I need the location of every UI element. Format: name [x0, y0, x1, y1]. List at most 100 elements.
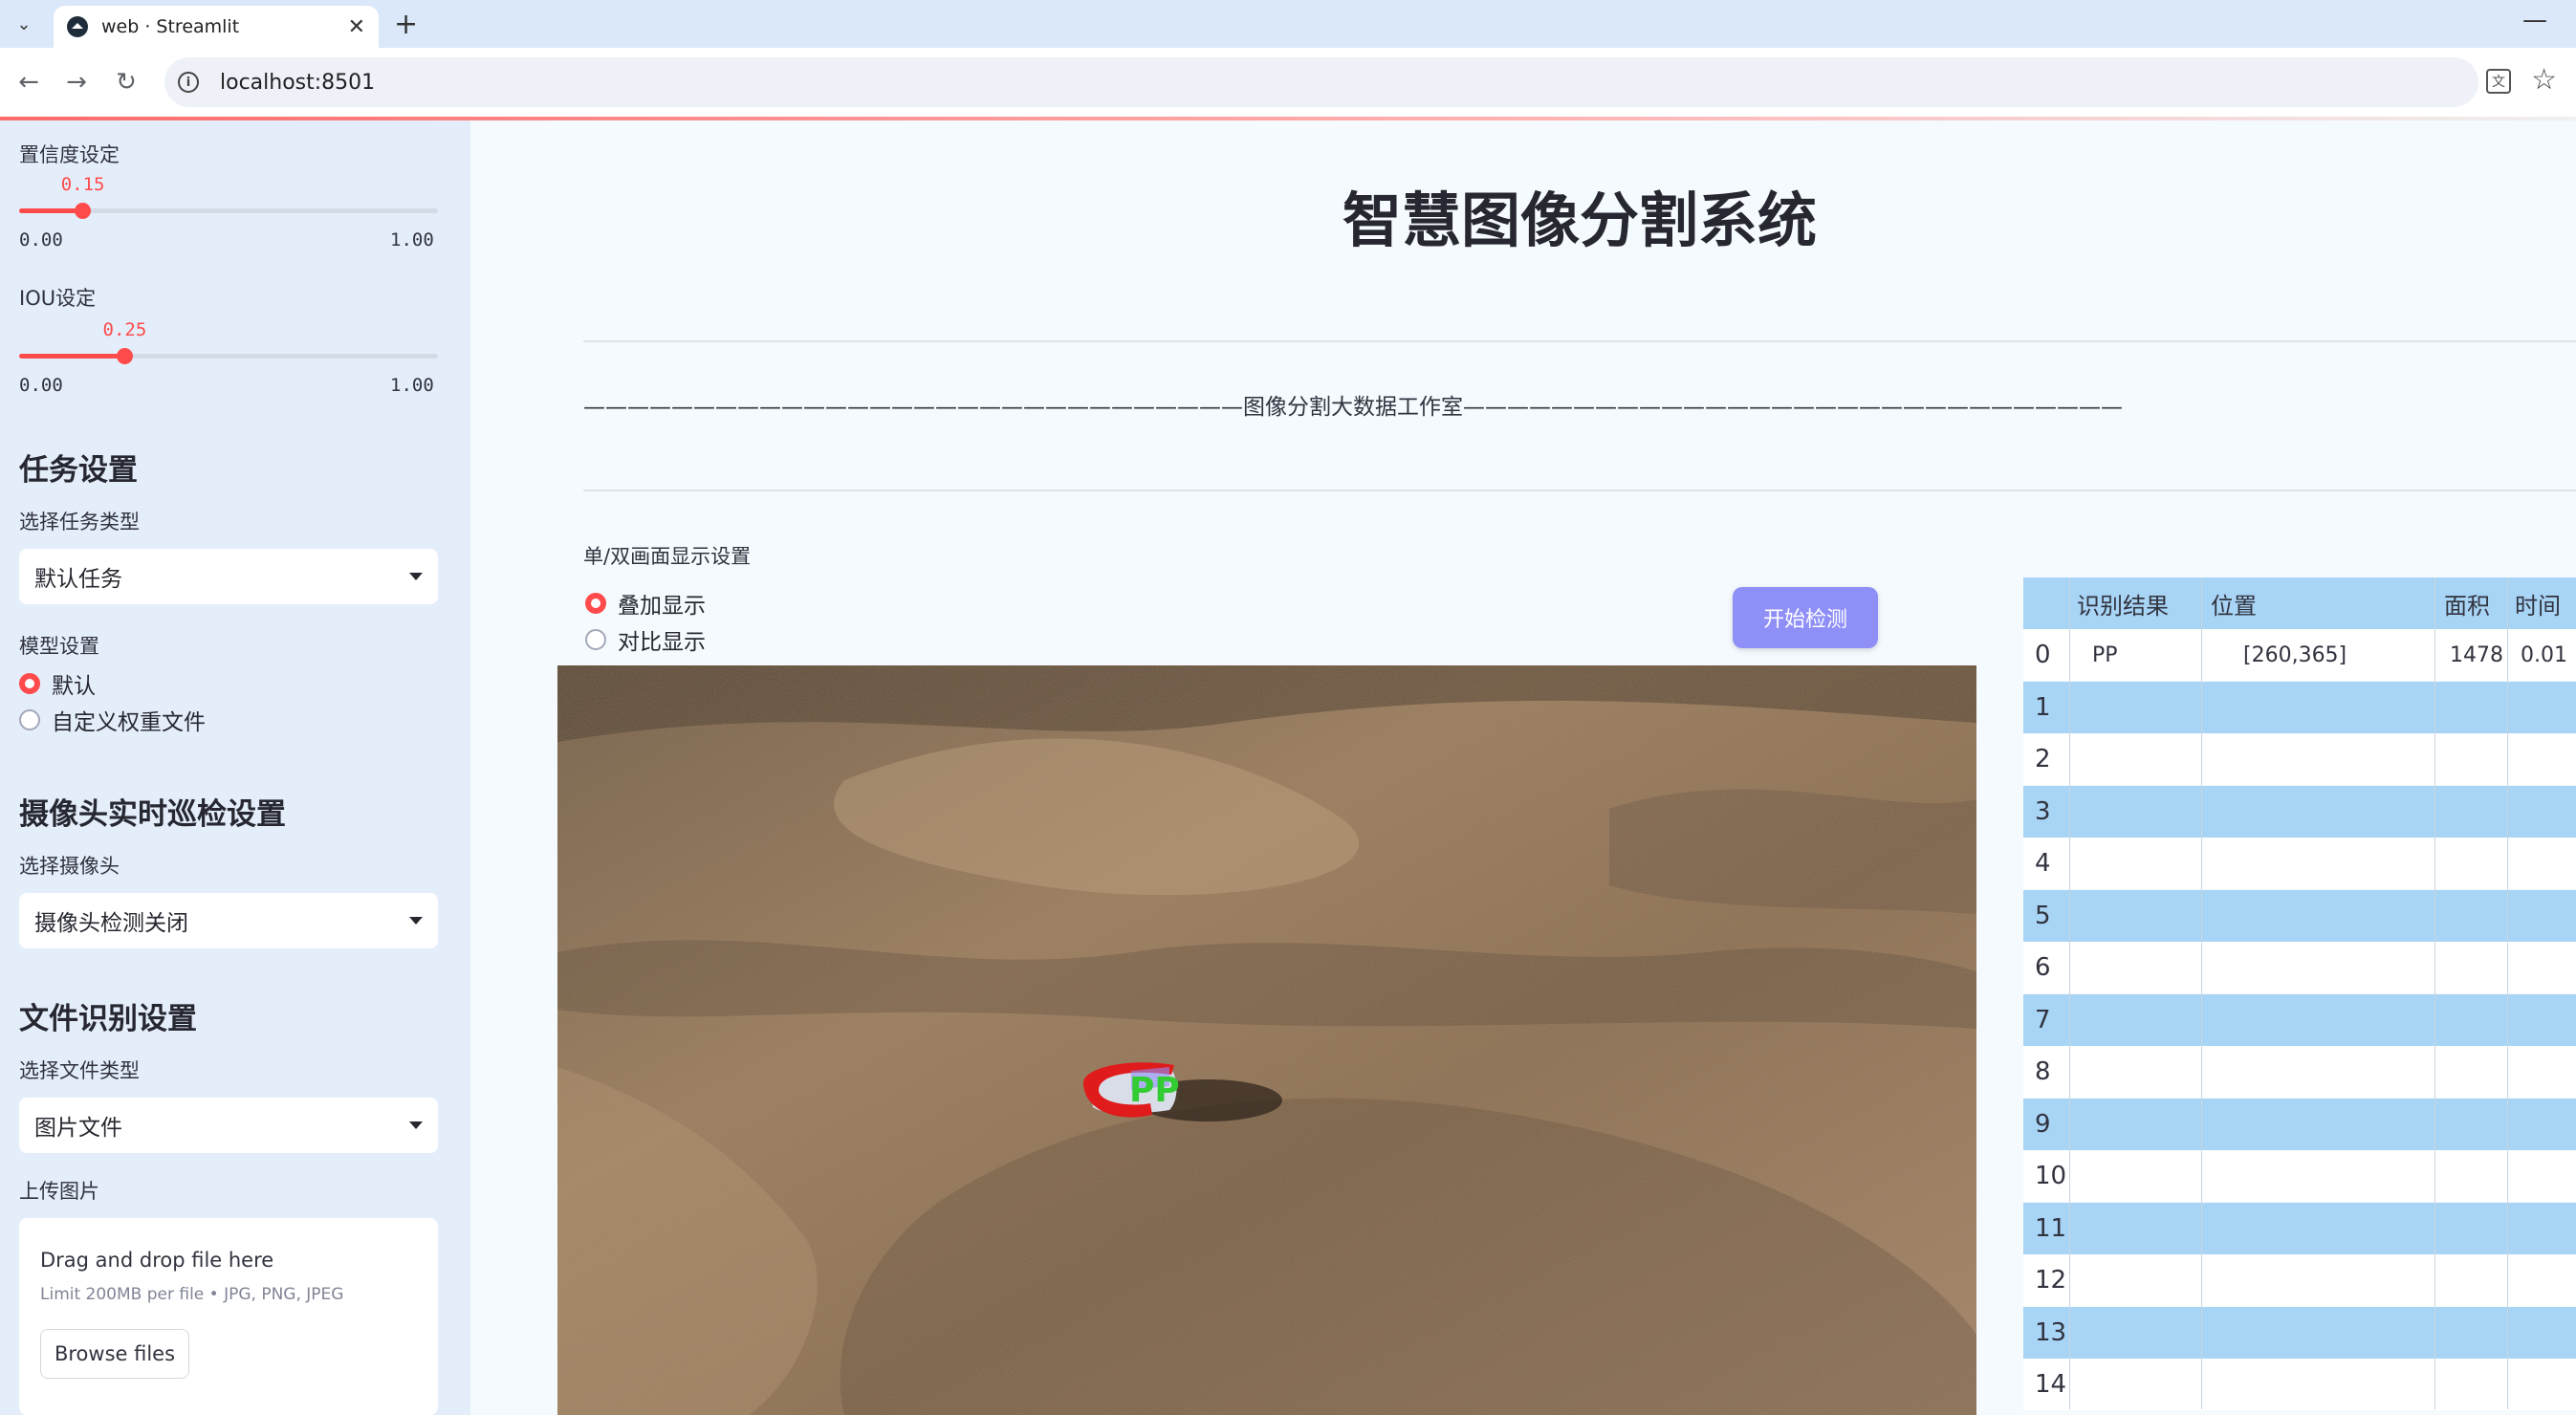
confidence-value: 0.15 — [60, 174, 105, 195]
model-option-default[interactable]: 默认 — [19, 667, 96, 700]
table-row[interactable]: 7 — [2023, 993, 2576, 1046]
camera-heading: 摄像头实时巡检设置 — [19, 797, 286, 832]
divider — [583, 490, 2576, 491]
table-row[interactable]: 2 — [2023, 733, 2576, 785]
dropzone-title: Drag and drop file here — [40, 1249, 274, 1272]
row-index: 13 — [2035, 1317, 2067, 1347]
table-row[interactable]: 10 — [2023, 1150, 2576, 1202]
table-row[interactable]: 13 — [2023, 1306, 2576, 1359]
translate-icon[interactable]: 文 — [2486, 69, 2511, 94]
confidence-slider[interactable] — [19, 203, 438, 219]
iou-slider-thumb[interactable] — [116, 348, 133, 364]
cell-result[interactable]: PP — [2092, 629, 2118, 681]
table-row[interactable]: 8 — [2023, 1046, 2576, 1098]
row-index: 6 — [2035, 953, 2051, 982]
display-option-overlay[interactable]: 叠加显示 — [585, 587, 706, 620]
browse-files-button[interactable]: Browse files — [40, 1329, 189, 1379]
iou-label: IOU设定 — [19, 287, 97, 310]
radio-checked-icon[interactable] — [19, 673, 40, 694]
table-row[interactable]: 0 PP [260,365] 1478 0.01 — [2023, 629, 2576, 681]
table-row[interactable]: 6 — [2023, 942, 2576, 993]
row-index: 2 — [2035, 745, 2051, 773]
row-index: 9 — [2035, 1109, 2051, 1139]
camera-selected: 摄像头检测关闭 — [34, 911, 188, 936]
iou-min: 0.00 — [19, 375, 63, 396]
column-divider — [2069, 577, 2070, 1409]
display-option-label: 对比显示 — [618, 630, 706, 655]
table-row[interactable]: 11 — [2023, 1202, 2576, 1254]
row-index: 14 — [2035, 1370, 2067, 1399]
chevron-down-icon — [409, 1121, 423, 1129]
table-row[interactable]: 1 — [2023, 681, 2576, 733]
iou-slider[interactable] — [19, 348, 438, 364]
detection-image: PP — [557, 665, 1976, 1415]
dropzone-limit: Limit 200MB per file • JPG, PNG, JPEG — [40, 1285, 344, 1304]
column-header-result[interactable]: 识别结果 — [2077, 577, 2169, 629]
confidence-slider-thumb[interactable] — [74, 203, 91, 219]
model-option-label: 默认 — [52, 674, 96, 699]
forward-arrow-icon[interactable]: → — [59, 65, 94, 99]
divider — [583, 340, 2576, 342]
confidence-label: 置信度设定 — [19, 143, 120, 166]
column-header-time[interactable]: 时间 — [2515, 577, 2561, 629]
studio-banner: ——————————————————————————————图像分割大数据工作室… — [583, 395, 2123, 420]
browser-tab[interactable]: web · Streamlit ✕ — [54, 6, 379, 48]
detection-label: PP — [1129, 1071, 1180, 1110]
display-option-label: 叠加显示 — [618, 594, 706, 619]
column-divider — [2507, 577, 2508, 1409]
row-index: 12 — [2035, 1266, 2067, 1295]
confidence-slider-fill — [19, 208, 82, 213]
task-type-select[interactable]: 默认任务 — [19, 549, 438, 604]
confidence-max: 1.00 — [390, 229, 434, 250]
radio-checked-icon[interactable] — [585, 593, 606, 614]
bookmark-star-icon[interactable]: ☆ — [2531, 63, 2557, 97]
iou-value: 0.25 — [102, 319, 147, 340]
model-label: 模型设置 — [19, 635, 99, 658]
row-index: 7 — [2035, 1005, 2051, 1034]
row-index: 8 — [2035, 1057, 2051, 1086]
radio-unchecked-icon[interactable] — [19, 709, 40, 730]
table-row[interactable]: 9 — [2023, 1098, 2576, 1150]
cell-area[interactable]: 1478 — [2450, 629, 2503, 681]
column-header-position[interactable]: 位置 — [2211, 577, 2257, 629]
back-arrow-icon[interactable]: ← — [11, 65, 46, 99]
start-detection-button[interactable]: 开始检测 — [1733, 587, 1878, 648]
table-row[interactable]: 14 — [2023, 1359, 2576, 1410]
tab-title: web · Streamlit — [101, 16, 240, 37]
table-row[interactable]: 3 — [2023, 785, 2576, 838]
tab-search-chevron-icon[interactable]: ⌄ — [10, 10, 38, 38]
model-option-custom[interactable]: 自定义权重文件 — [19, 704, 206, 736]
radio-unchecked-icon[interactable] — [585, 629, 606, 650]
tab-close-icon[interactable]: ✕ — [348, 15, 365, 39]
chevron-down-icon — [409, 917, 423, 925]
iou-slider-fill — [19, 354, 124, 359]
task-type-selected: 默认任务 — [34, 567, 122, 592]
url-field[interactable]: i localhost:8501 — [164, 57, 2478, 107]
row-index: 0 — [2035, 641, 2051, 669]
address-bar: ← → ↻ i localhost:8501 文 ☆ — [0, 48, 2576, 117]
reload-icon[interactable]: ↻ — [109, 65, 143, 99]
url-text: localhost:8501 — [220, 70, 376, 95]
file-dropzone[interactable]: Drag and drop file here Limit 200MB per … — [19, 1218, 438, 1415]
table-header: 识别结果 位置 面积 时间 — [2023, 577, 2576, 629]
upload-label: 上传图片 — [19, 1180, 99, 1203]
row-index: 10 — [2035, 1162, 2067, 1190]
display-option-compare[interactable]: 对比显示 — [585, 623, 706, 656]
sand-scene-image — [557, 665, 1976, 1415]
site-info-icon[interactable]: i — [178, 72, 199, 93]
sidebar: 置信度设定 0.15 0.00 1.00 IOU设定 0.25 0.00 1.0… — [0, 120, 470, 1415]
column-divider — [2434, 577, 2435, 1409]
streamlit-favicon-icon — [67, 16, 88, 37]
file-type-select[interactable]: 图片文件 — [19, 1098, 438, 1153]
cell-time[interactable]: 0.01 — [2521, 629, 2567, 681]
table-row[interactable]: 12 — [2023, 1254, 2576, 1306]
table-row[interactable]: 4 — [2023, 838, 2576, 889]
confidence-min: 0.00 — [19, 229, 63, 250]
cell-position[interactable]: [260,365] — [2243, 629, 2347, 681]
window-minimize-icon[interactable]: — — [2522, 6, 2547, 34]
column-header-area[interactable]: 面积 — [2444, 577, 2490, 629]
table-row[interactable]: 5 — [2023, 889, 2576, 942]
new-tab-plus-icon[interactable]: + — [394, 8, 418, 41]
row-index: 11 — [2035, 1213, 2067, 1243]
camera-select[interactable]: 摄像头检测关闭 — [19, 893, 438, 948]
